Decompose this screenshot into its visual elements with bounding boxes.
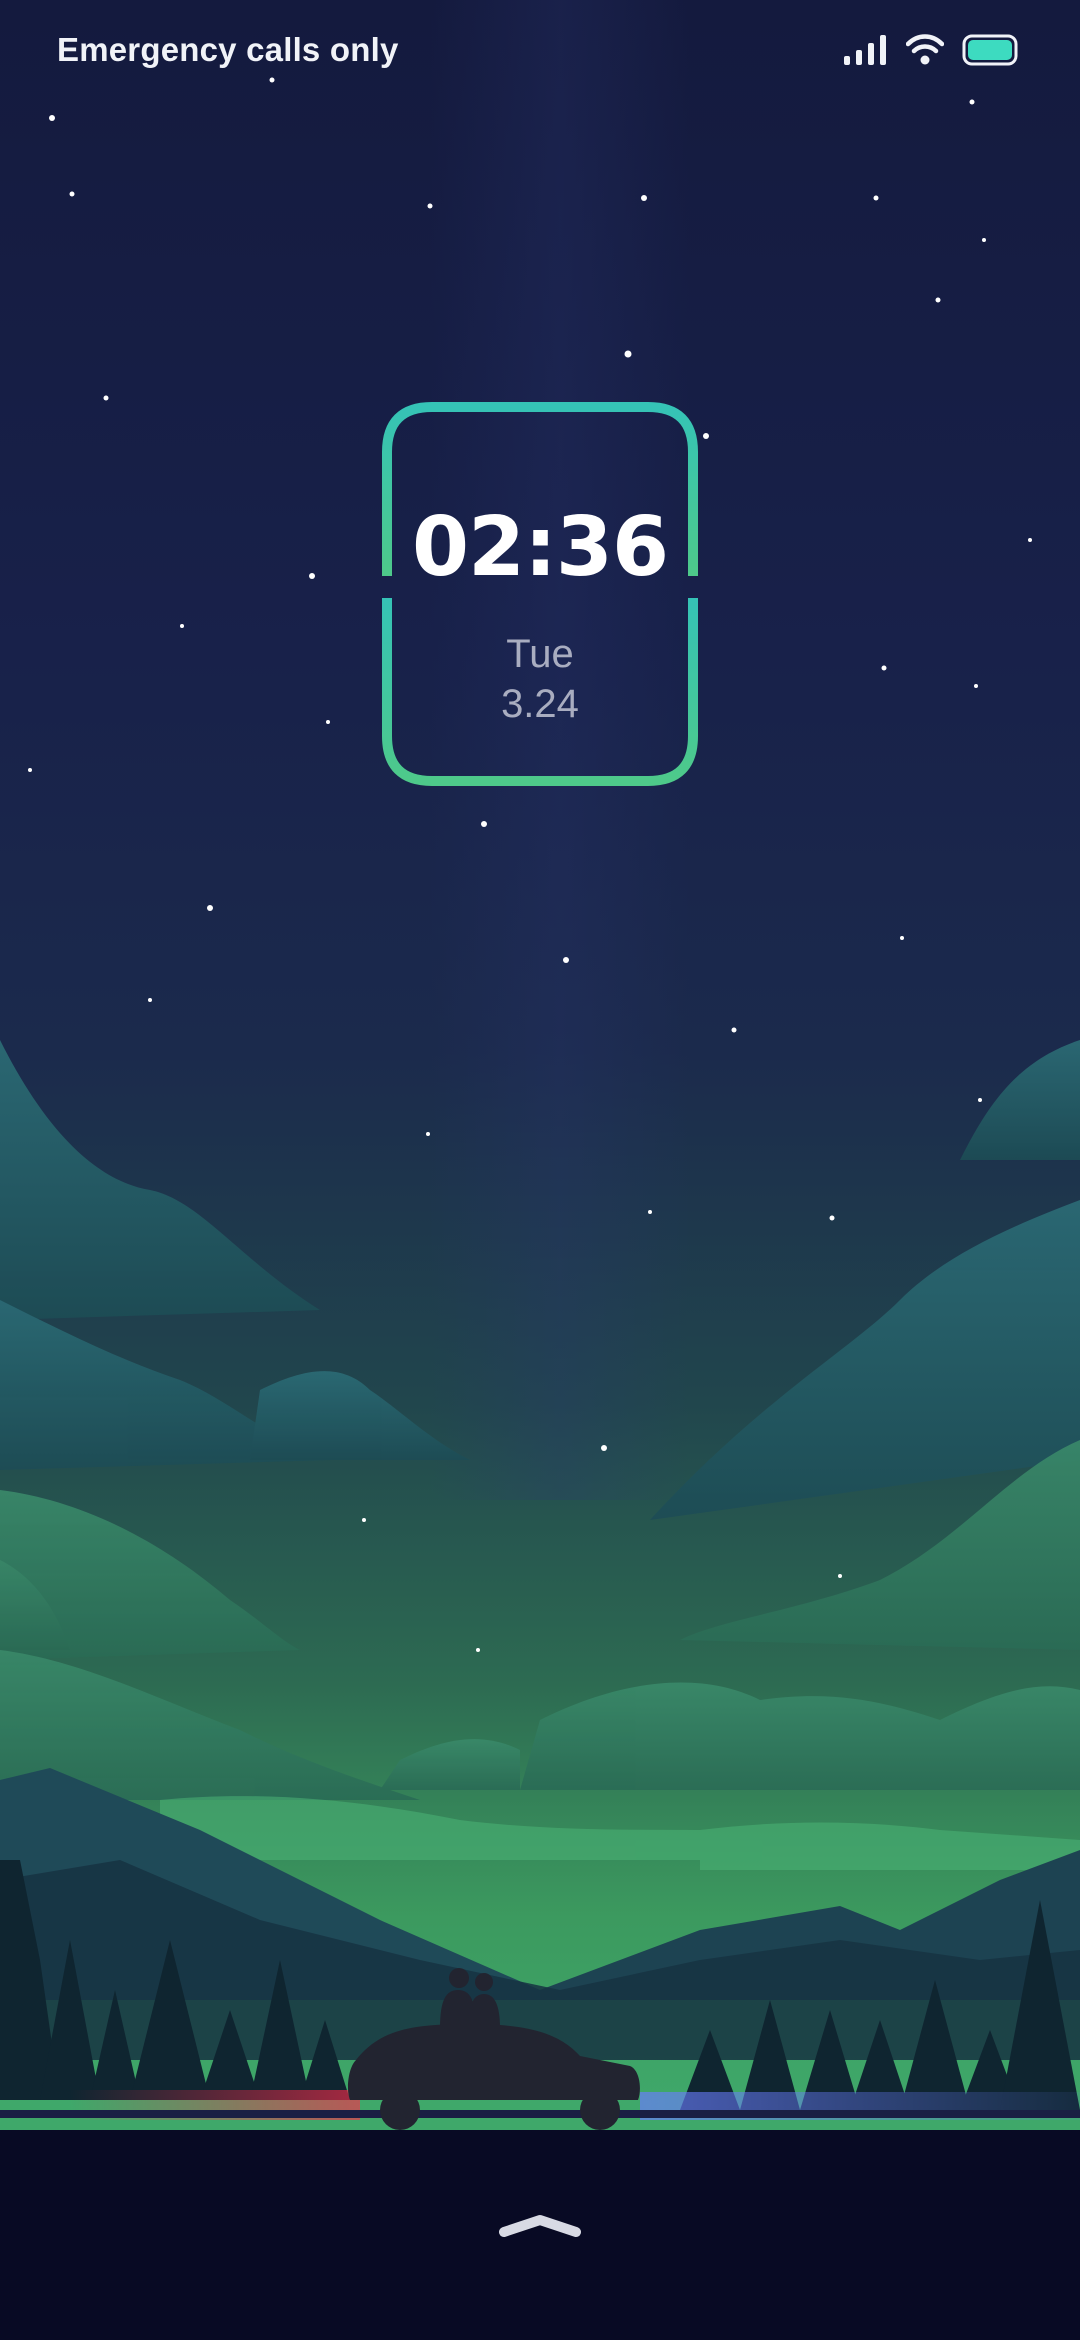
signal-icon	[844, 35, 888, 65]
battery-icon	[962, 34, 1018, 66]
wifi-icon	[906, 34, 944, 66]
clock-day: Tue	[506, 632, 574, 676]
swipe-up-unlock-handle[interactable]	[496, 2208, 584, 2248]
lock-screen-wallpaper	[0, 0, 1080, 2340]
chevron-up-icon	[498, 2214, 582, 2243]
status-bar: Emergency calls only	[0, 0, 1080, 100]
clock-widget[interactable]: 02:36 Tue 3.24	[382, 402, 698, 786]
status-icons	[844, 34, 1018, 66]
clock-time: 02:36	[411, 500, 669, 595]
clock-date: 3.24	[501, 682, 579, 726]
carrier-status-text: Emergency calls only	[57, 31, 399, 68]
